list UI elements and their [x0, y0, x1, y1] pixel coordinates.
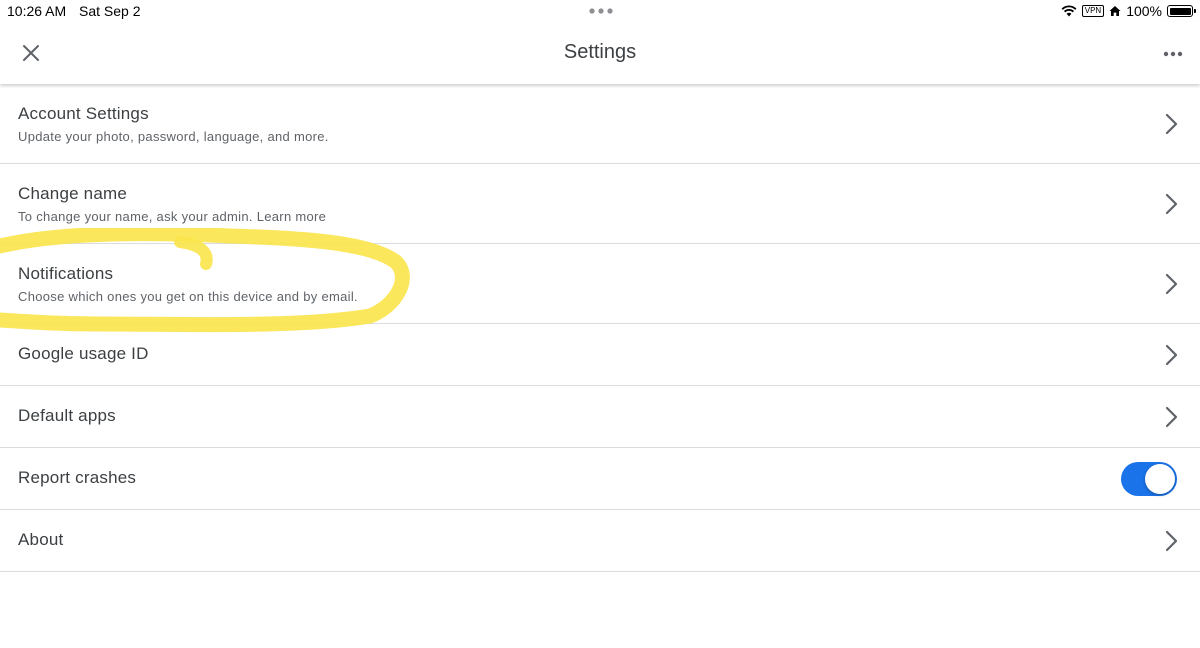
settings-item-title: Change name: [18, 184, 127, 203]
chevron-right-icon: [1165, 273, 1178, 295]
settings-item-default-apps[interactable]: Default apps: [0, 386, 1200, 448]
vpn-icon: VPN: [1081, 5, 1105, 17]
multitasking-dots-icon[interactable]: [588, 8, 614, 14]
settings-item-title: Report crashes: [18, 468, 137, 487]
chevron-right-icon: [1165, 344, 1178, 366]
settings-item-title: Google usage ID: [18, 344, 149, 363]
page-title: Settings: [563, 41, 637, 63]
settings-item-google-usage-id[interactable]: Google usage ID: [0, 324, 1200, 386]
settings-list: Account Settings Update your photo, pass…: [0, 84, 1200, 572]
more-options-button[interactable]: [1160, 42, 1186, 66]
status-time: 10:26 AM: [7, 3, 67, 19]
settings-item-about[interactable]: About: [0, 510, 1200, 572]
settings-item-title: About: [18, 530, 64, 549]
report-crashes-toggle[interactable]: [1121, 462, 1177, 496]
settings-item-subtitle: Update your photo, password, language, a…: [18, 129, 329, 144]
settings-item-notifications[interactable]: Notifications Choose which ones you get …: [0, 244, 1200, 324]
status-bar: 10:26 AM Sat Sep 2 VPN 100%: [0, 0, 1200, 22]
chevron-right-icon: [1165, 406, 1178, 428]
settings-item-report-crashes: Report crashes: [0, 448, 1200, 510]
battery-percent: 100%: [1126, 3, 1162, 19]
status-date: Sat Sep 2: [79, 3, 141, 19]
app-bar: Settings: [0, 22, 1200, 84]
home-icon: [1109, 6, 1121, 16]
settings-item-title: Default apps: [18, 406, 116, 425]
chevron-right-icon: [1165, 193, 1178, 215]
settings-item-title: Notifications: [18, 264, 114, 283]
toggle-knob: [1145, 464, 1175, 494]
settings-item-subtitle: To change your name, ask your admin. Lea…: [18, 209, 327, 224]
battery-icon: [1167, 5, 1196, 17]
settings-item-change-name[interactable]: Change name To change your name, ask you…: [0, 164, 1200, 244]
settings-item-subtitle: Choose which ones you get on this device…: [18, 289, 358, 304]
settings-item-account-settings[interactable]: Account Settings Update your photo, pass…: [0, 84, 1200, 164]
chevron-right-icon: [1165, 113, 1178, 135]
chevron-right-icon: [1165, 530, 1178, 552]
more-horizontal-icon: [1163, 51, 1183, 57]
wifi-icon: [1061, 5, 1077, 17]
settings-item-title: Account Settings: [18, 104, 149, 123]
